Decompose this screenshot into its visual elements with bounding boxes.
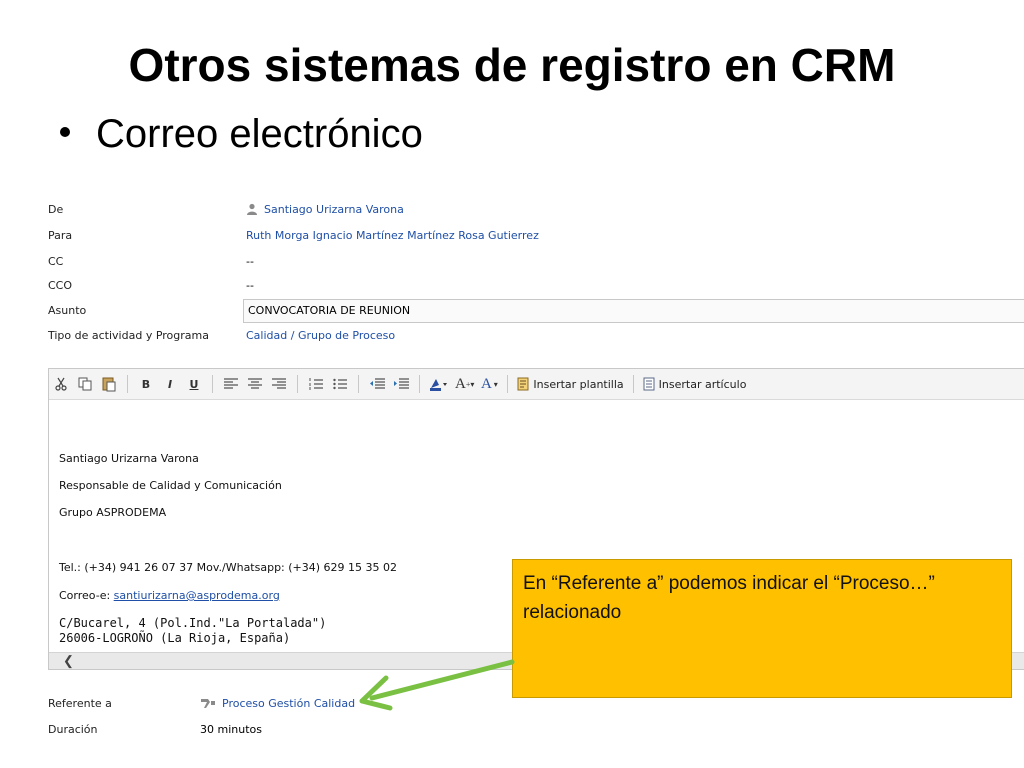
slide-bullet: Correo electrónico	[60, 112, 423, 157]
article-icon	[643, 377, 655, 391]
font-size-icon[interactable]: A + ▾	[455, 374, 474, 394]
underline-button[interactable]: U	[185, 374, 203, 394]
toolbar-separator	[212, 375, 213, 393]
align-left-icon[interactable]	[222, 374, 240, 394]
signature-email: Correo-e: santiurizarna@asprodema.org	[59, 589, 280, 602]
bullet-text: Correo electrónico	[96, 112, 423, 156]
bcc-value[interactable]: --	[246, 279, 254, 292]
outdent-icon[interactable]	[368, 374, 386, 394]
italic-button[interactable]: I	[161, 374, 179, 394]
font-color-label: A	[480, 375, 492, 392]
callout-box: En “Referente a” podemos indicar el “Pro…	[512, 559, 1012, 698]
signature-role: Responsable de Calidad y Comunicación	[59, 479, 282, 492]
callout-text: En “Referente a” podemos indicar el “Pro…	[523, 573, 935, 623]
subject-input[interactable]: CONVOCATORIA DE REUNION	[243, 299, 1024, 323]
align-right-icon[interactable]	[270, 374, 288, 394]
duration-label: Duración	[48, 723, 98, 736]
from-link[interactable]: Santiago Urizarna Varona	[264, 203, 404, 216]
slide-title: Otros sistemas de registro en CRM	[128, 39, 896, 91]
bullet-list-icon[interactable]	[331, 374, 349, 394]
activity-type-value[interactable]: Calidad / Grupo de Proceso	[246, 329, 395, 342]
font-color-icon[interactable]: A ▾	[480, 374, 498, 394]
toolbar-separator	[507, 375, 509, 393]
insert-template-label: Insertar plantilla	[533, 377, 624, 391]
regarding-link[interactable]: Proceso Gestión Calidad	[222, 697, 355, 710]
email-link[interactable]: santiurizarna@asprodema.org	[114, 589, 280, 602]
cc-value[interactable]: --	[246, 255, 254, 268]
insert-article-label: Insertar artículo	[658, 377, 747, 391]
toolbar-separator	[419, 375, 420, 393]
signature-phone: Tel.: (+34) 941 26 07 37 Mov./Whatsapp: …	[59, 561, 398, 574]
paste-icon[interactable]	[100, 374, 118, 394]
field-label-from: De	[48, 203, 64, 216]
person-icon	[247, 203, 257, 215]
duration-value[interactable]: 30 minutos	[200, 723, 262, 736]
scroll-left-icon[interactable]: ❮	[63, 653, 74, 669]
process-icon	[201, 699, 215, 708]
copy-icon[interactable]	[76, 374, 94, 394]
toolbar-separator	[358, 375, 359, 393]
signature-address-2: 26006-LOGROÑO (La Rioja, España)	[59, 631, 291, 645]
regarding-label: Referente a	[48, 697, 112, 710]
template-icon	[517, 377, 529, 391]
font-size-label: A	[455, 375, 466, 392]
toolbar-separator	[297, 375, 298, 393]
signature-address-1: C/Bucarel, 4 (Pol.Ind."La Portalada")	[59, 616, 327, 630]
field-label-to: Para	[48, 229, 73, 242]
to-value[interactable]: Ruth Morga Ignacio Martínez Martínez Ros…	[246, 229, 539, 242]
signature-company: Grupo ASPRODEMA	[59, 506, 167, 519]
field-label-cc: CC	[48, 255, 64, 268]
align-center-icon[interactable]	[246, 374, 264, 394]
toolbar-separator	[127, 375, 128, 393]
bullet-dot	[60, 127, 70, 138]
highlight-icon[interactable]	[429, 374, 449, 394]
editor-toolbar: B I U A + ▾ A ▾ Insertar plantilla Inser…	[49, 369, 1024, 400]
signature-name: Santiago Urizarna Varona	[59, 452, 199, 465]
subject-value: CONVOCATORIA DE REUNION	[248, 304, 411, 317]
insert-template-button[interactable]: Insertar plantilla	[517, 374, 624, 394]
numbered-list-icon[interactable]	[307, 374, 325, 394]
email-prefix: Correo-e:	[59, 589, 114, 602]
indent-icon[interactable]	[392, 374, 410, 394]
insert-article-button[interactable]: Insertar artículo	[643, 374, 747, 394]
regarding-value[interactable]: Proceso Gestión Calidad	[200, 697, 355, 710]
field-label-bcc: CCO	[48, 279, 73, 292]
toolbar-separator	[632, 375, 634, 393]
field-label-activity-type: Tipo de actividad y Programa	[48, 329, 209, 342]
bold-button[interactable]: B	[137, 374, 155, 394]
from-value[interactable]: Santiago Urizarna Varona	[246, 203, 404, 216]
cut-icon[interactable]	[52, 374, 70, 394]
field-label-subject: Asunto	[48, 304, 87, 317]
